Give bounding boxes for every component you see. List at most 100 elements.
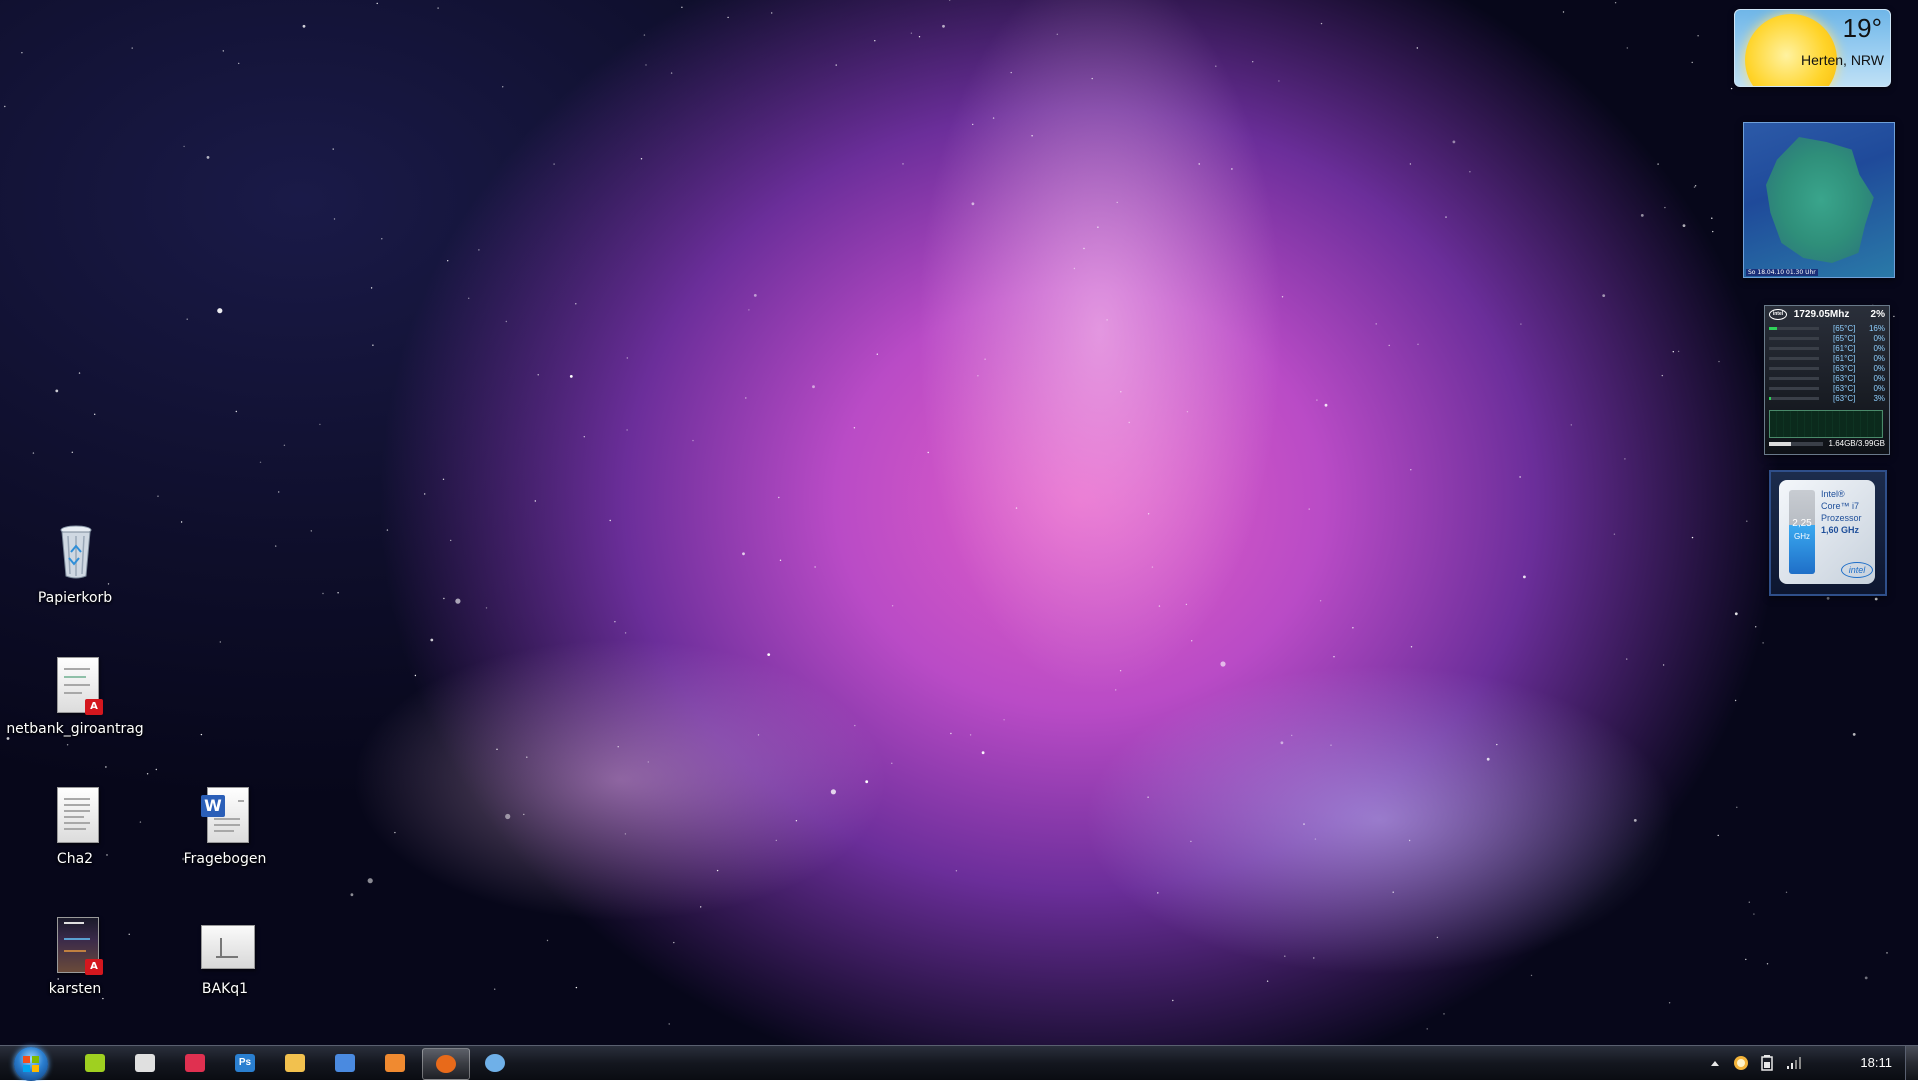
- network-app-icon: [385, 1054, 405, 1072]
- turbo-speed-unit: GHz: [1794, 532, 1810, 541]
- taskbar-button-android-app[interactable]: [72, 1048, 118, 1078]
- weather-temperature: 19°: [1842, 13, 1882, 43]
- windows-logo-icon: [23, 1056, 39, 1072]
- tray-messenger-icon[interactable]: [1732, 1054, 1750, 1072]
- taskbar-button-app-arrow[interactable]: [172, 1048, 218, 1078]
- cpu-core-row: [63°C] 0%: [1769, 374, 1885, 384]
- photoshop-icon: Ps: [235, 1054, 255, 1072]
- taskbar: Ps 18:11: [0, 1045, 1918, 1081]
- desktop-icon-cha2[interactable]: Cha2: [5, 785, 145, 867]
- recycle-bin-icon: [47, 524, 103, 584]
- cpu-core-row: [63°C] 0%: [1769, 364, 1885, 374]
- chevron-up-icon: [1711, 1061, 1719, 1066]
- show-hidden-icons-button[interactable]: [1706, 1054, 1724, 1072]
- cpu-meter-gadget[interactable]: intel 1729.05Mhz 2% [65°C] 16% [65°C] 0% [61…: [1764, 305, 1890, 455]
- cpu-core-row: [63°C] 0%: [1769, 384, 1885, 394]
- tray-power-icon[interactable]: [1758, 1054, 1776, 1072]
- word-document-icon: W: [197, 785, 253, 845]
- cpu-header: intel 1729.05Mhz 2%: [1769, 309, 1885, 320]
- tray-network-icon[interactable]: [1784, 1054, 1802, 1072]
- taskbar-button-sync-app[interactable]: [122, 1048, 168, 1078]
- sun-icon: [1745, 14, 1837, 86]
- system-tray: 18:11: [1698, 1046, 1918, 1080]
- taskbar-button-folder[interactable]: [272, 1048, 318, 1078]
- taskbar-button-network-app[interactable]: [372, 1048, 418, 1078]
- sync-app-icon: [135, 1054, 155, 1072]
- desktop-icon-netbank-giroantrag[interactable]: A netbank_giroantrag: [5, 655, 145, 737]
- desktop-icon-label: Fragebogen: [183, 851, 267, 867]
- weather-location: Herten, NRW: [1801, 52, 1884, 68]
- cpu-core-load: 0%: [1873, 384, 1885, 393]
- intel-logo-icon: intel: [1841, 562, 1873, 578]
- cpu-core-temp: [65°C]: [1833, 324, 1856, 333]
- weather-radar-gadget[interactable]: So 18.04.10 01.30 Uhr: [1743, 122, 1895, 278]
- cpu-core-temp: [61°C]: [1833, 344, 1856, 353]
- turbo-gauge: 2,25 GHz: [1789, 490, 1815, 574]
- taskbar-clock[interactable]: 18:11: [1860, 1055, 1892, 1070]
- cpu-core-row: [65°C] 16%: [1769, 324, 1885, 334]
- desktop-icon-karsten[interactable]: A karsten: [5, 915, 145, 997]
- cpu-core-temp: [63°C]: [1833, 364, 1856, 373]
- show-desktop-button[interactable]: [1905, 1046, 1918, 1080]
- processor-brand: Intel®: [1821, 489, 1845, 499]
- save-app-icon: [335, 1054, 355, 1072]
- taskbar-button-firefox[interactable]: [422, 1048, 470, 1080]
- radar-map: [1766, 137, 1874, 263]
- processor-label: Prozessor: [1821, 513, 1862, 523]
- cpu-core-row: [61°C] 0%: [1769, 344, 1885, 354]
- cpu-core-row: [63°C] 3%: [1769, 394, 1885, 404]
- desktop-icon-label: Cha2: [56, 851, 94, 867]
- taskbar-button-photoshop[interactable]: Ps: [222, 1048, 268, 1078]
- cpu-core-temp: [61°C]: [1833, 354, 1856, 363]
- cpu-core-load: 0%: [1873, 364, 1885, 373]
- cpu-core-load: 0%: [1873, 354, 1885, 363]
- intel-turbo-gadget[interactable]: 2,25 GHz Intel® Core™ i7 Prozessor 1,60 …: [1769, 470, 1887, 596]
- folder-icon: [285, 1054, 305, 1072]
- desktop-icon-bakq1[interactable]: BAKq1: [155, 915, 295, 997]
- cpu-core-load: 3%: [1873, 394, 1885, 403]
- desktop-icon-label: Papierkorb: [37, 590, 113, 606]
- cpu-core-temp: [63°C]: [1833, 374, 1856, 383]
- battery-power-icon: [1761, 1055, 1773, 1071]
- messenger-icon: [1734, 1056, 1748, 1070]
- desktop-background[interactable]: Papierkorb A netbank_giroantrag Cha2 W F…: [0, 0, 1918, 1079]
- memory-usage: 1.64GB/3.99GB: [1769, 439, 1885, 449]
- globe-app-icon: [485, 1054, 505, 1072]
- turbo-speed: 2,25: [1792, 518, 1812, 529]
- pdf-file-icon: A: [47, 655, 103, 715]
- processor-model: Core™ i7: [1821, 501, 1860, 511]
- app-arrow-icon: [185, 1054, 205, 1072]
- firefox-icon: [436, 1055, 456, 1073]
- desktop-icon-label: BAKq1: [201, 981, 249, 997]
- cpu-total-load: 2%: [1870, 309, 1885, 320]
- radar-timestamp: So 18.04.10 01.30 Uhr: [1746, 269, 1818, 276]
- image-file-icon: [197, 915, 255, 975]
- processor-chip-icon: 2,25 GHz Intel® Core™ i7 Prozessor 1,60 …: [1779, 480, 1875, 584]
- cpu-core-row: [65°C] 0%: [1769, 334, 1885, 344]
- taskbar-button-save-app[interactable]: [322, 1048, 368, 1078]
- cpu-history-graph: [1769, 410, 1883, 438]
- start-button[interactable]: [10, 1047, 54, 1081]
- processor-base-speed: 1,60 GHz: [1821, 525, 1860, 535]
- cpu-core-load: 0%: [1873, 374, 1885, 383]
- cpu-core-temp: [65°C]: [1833, 334, 1856, 343]
- intel-logo-icon: intel: [1769, 309, 1787, 320]
- desktop-icon-label: netbank_giroantrag: [6, 721, 144, 737]
- starfield: [4, 0, 1895, 1030]
- memory-usage-text: 1.64GB/3.99GB: [1828, 439, 1885, 448]
- network-signal-icon: [1787, 1057, 1801, 1069]
- desktop-icon-label: karsten: [48, 981, 102, 997]
- desktop-icon-recycle-bin[interactable]: Papierkorb: [5, 524, 145, 606]
- cpu-core-temp: [63°C]: [1833, 384, 1856, 393]
- desktop-icon-fragebogen[interactable]: W Fragebogen: [155, 785, 295, 867]
- cpu-core-load: 0%: [1873, 344, 1885, 353]
- text-document-icon: [47, 785, 103, 845]
- pdf-file-icon: A: [47, 915, 103, 975]
- cpu-frequency: 1729.05Mhz: [1793, 309, 1850, 321]
- cpu-core-temp: [63°C]: [1833, 394, 1856, 403]
- weather-gadget[interactable]: 19° Herten, NRW: [1734, 9, 1891, 87]
- cpu-core-load: 0%: [1873, 334, 1885, 343]
- android-app-icon: [85, 1054, 105, 1072]
- cpu-core-row: [61°C] 0%: [1769, 354, 1885, 364]
- taskbar-button-globe-app[interactable]: [472, 1048, 518, 1078]
